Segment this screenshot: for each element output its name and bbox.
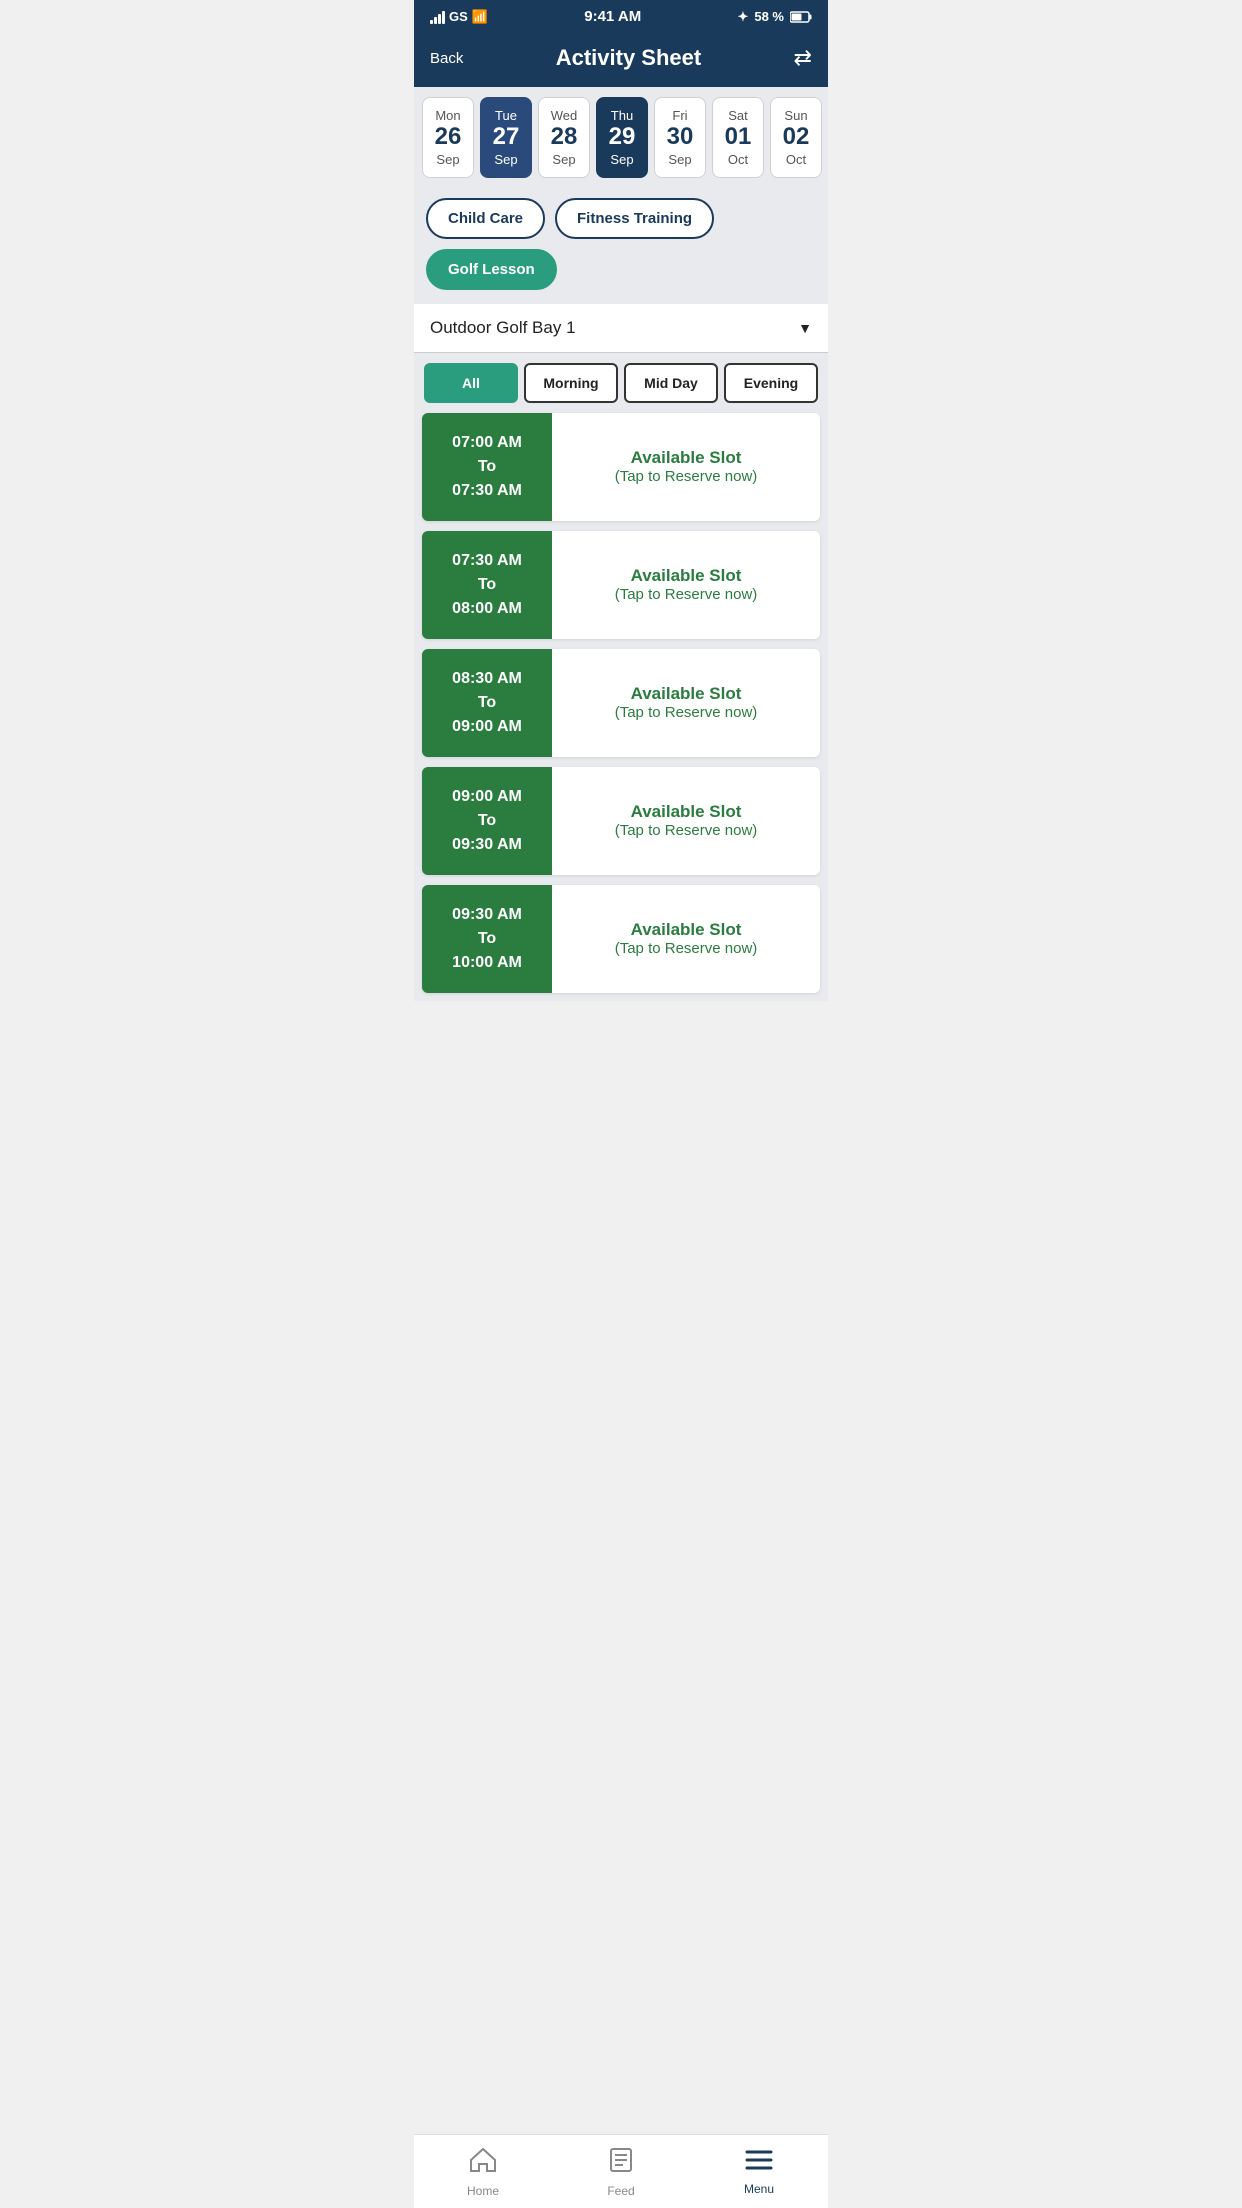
day-number: 02 <box>775 123 817 152</box>
day-month: Oct <box>717 152 759 167</box>
slot-time-slot2: 07:30 AM To 08:00 AM <box>422 531 552 639</box>
category-btn-golf[interactable]: Golf Lesson <box>426 249 557 290</box>
feed-icon <box>609 2147 633 2173</box>
category-section: Child CareFitness Training Golf Lesson <box>414 188 828 304</box>
slot-time-slot1: 07:00 AM To 07:30 AM <box>422 413 552 521</box>
filter-btn-all[interactable]: All <box>424 363 518 403</box>
slot-row-slot2[interactable]: 07:30 AM To 08:00 AM Available Slot (Tap… <box>422 531 820 639</box>
slot-row-slot5[interactable]: 09:30 AM To 10:00 AM Available Slot (Tap… <box>422 885 820 993</box>
nav-item-feed[interactable]: Feed <box>552 2135 690 2208</box>
slot-row-slot3[interactable]: 08:30 AM To 09:00 AM Available Slot (Tap… <box>422 649 820 757</box>
page-title: Activity Sheet <box>556 45 702 71</box>
nav-item-home[interactable]: Home <box>414 2135 552 2208</box>
slot-content-slot5: Available Slot (Tap to Reserve now) <box>552 885 820 993</box>
location-dropdown[interactable]: Outdoor Golf Bay 1 ▼ <box>414 304 828 353</box>
slot-time-slot4: 09:00 AM To 09:30 AM <box>422 767 552 875</box>
slot-time-slot3: 08:30 AM To 09:00 AM <box>422 649 552 757</box>
calendar-day-thu29[interactable]: Thu 29 Sep <box>596 97 648 178</box>
calendar-day-mon26[interactable]: Mon 26 Sep <box>422 97 474 178</box>
calendar-day-sun02[interactable]: Sun 02 Oct <box>770 97 822 178</box>
bluetooth-icon: ✦ <box>737 9 748 25</box>
transfer-icon[interactable]: ⇄ <box>794 45 812 71</box>
slots-section: 07:00 AM To 07:30 AM Available Slot (Tap… <box>414 413 828 1001</box>
calendar-row: Mon 26 Sep Tue 27 Sep Wed 28 Sep Thu 29 … <box>414 87 828 188</box>
wifi-icon: 📶 <box>472 9 488 25</box>
filter-section: AllMorningMid DayEvening <box>414 353 828 413</box>
day-number: 27 <box>485 123 527 152</box>
slot-available-title: Available Slot <box>631 566 742 586</box>
day-name: Wed <box>543 108 585 123</box>
day-number: 28 <box>543 123 585 152</box>
day-name: Tue <box>485 108 527 123</box>
day-month: Sep <box>601 152 643 167</box>
day-name: Mon <box>427 108 469 123</box>
carrier-label: GS <box>449 9 468 24</box>
filter-btn-midday[interactable]: Mid Day <box>624 363 718 403</box>
day-number: 26 <box>427 123 469 152</box>
slot-content-slot1: Available Slot (Tap to Reserve now) <box>552 413 820 521</box>
back-button[interactable]: Back <box>430 50 463 67</box>
status-right: ✦ 58 % <box>737 9 812 25</box>
day-month: Sep <box>485 152 527 167</box>
slot-content-slot3: Available Slot (Tap to Reserve now) <box>552 649 820 757</box>
calendar-day-tue27[interactable]: Tue 27 Sep <box>480 97 532 178</box>
filter-btn-evening[interactable]: Evening <box>724 363 818 403</box>
category-btn-childcare[interactable]: Child Care <box>426 198 545 239</box>
slot-content-slot2: Available Slot (Tap to Reserve now) <box>552 531 820 639</box>
bottom-nav: Home Feed Menu <box>414 2134 828 2208</box>
signal-icon <box>430 10 445 24</box>
battery-label: 58 % <box>754 9 784 24</box>
slot-available-title: Available Slot <box>631 448 742 468</box>
day-name: Sun <box>775 108 817 123</box>
home-icon <box>469 2147 497 2173</box>
slot-time-slot5: 09:30 AM To 10:00 AM <box>422 885 552 993</box>
slot-available-title: Available Slot <box>631 802 742 822</box>
status-bar: GS 📶 9:41 AM ✦ 58 % <box>414 0 828 31</box>
filter-btn-morning[interactable]: Morning <box>524 363 618 403</box>
calendar-day-wed28[interactable]: Wed 28 Sep <box>538 97 590 178</box>
day-month: Sep <box>543 152 585 167</box>
day-name: Thu <box>601 108 643 123</box>
nav-label-feed: Feed <box>607 2184 634 2198</box>
nav-item-menu[interactable]: Menu <box>690 2135 828 2208</box>
slot-row-slot4[interactable]: 09:00 AM To 09:30 AM Available Slot (Tap… <box>422 767 820 875</box>
slot-row-slot1[interactable]: 07:00 AM To 07:30 AM Available Slot (Tap… <box>422 413 820 521</box>
slot-available-sub: (Tap to Reserve now) <box>615 822 758 839</box>
slot-available-sub: (Tap to Reserve now) <box>615 704 758 721</box>
chevron-down-icon: ▼ <box>798 320 812 336</box>
slot-available-sub: (Tap to Reserve now) <box>615 586 758 603</box>
nav-label-home: Home <box>467 2184 499 2198</box>
day-month: Sep <box>427 152 469 167</box>
app-header: Back Activity Sheet ⇄ <box>414 31 828 87</box>
menu-icon <box>745 2149 773 2171</box>
slot-available-sub: (Tap to Reserve now) <box>615 940 758 957</box>
calendar-day-sat01[interactable]: Sat 01 Oct <box>712 97 764 178</box>
day-number: 29 <box>601 123 643 152</box>
day-name: Sat <box>717 108 759 123</box>
slot-available-title: Available Slot <box>631 920 742 940</box>
battery-icon <box>790 11 812 23</box>
day-number: 30 <box>659 123 701 152</box>
day-month: Sep <box>659 152 701 167</box>
category-btn-fitness[interactable]: Fitness Training <box>555 198 714 239</box>
calendar-day-fri30[interactable]: Fri 30 Sep <box>654 97 706 178</box>
slot-available-sub: (Tap to Reserve now) <box>615 468 758 485</box>
nav-label-menu: Menu <box>744 2182 774 2196</box>
slot-content-slot4: Available Slot (Tap to Reserve now) <box>552 767 820 875</box>
status-time: 9:41 AM <box>584 8 641 25</box>
day-name: Fri <box>659 108 701 123</box>
day-month: Oct <box>775 152 817 167</box>
day-number: 01 <box>717 123 759 152</box>
dropdown-label: Outdoor Golf Bay 1 <box>430 318 576 338</box>
status-left: GS 📶 <box>430 9 488 25</box>
slot-available-title: Available Slot <box>631 684 742 704</box>
